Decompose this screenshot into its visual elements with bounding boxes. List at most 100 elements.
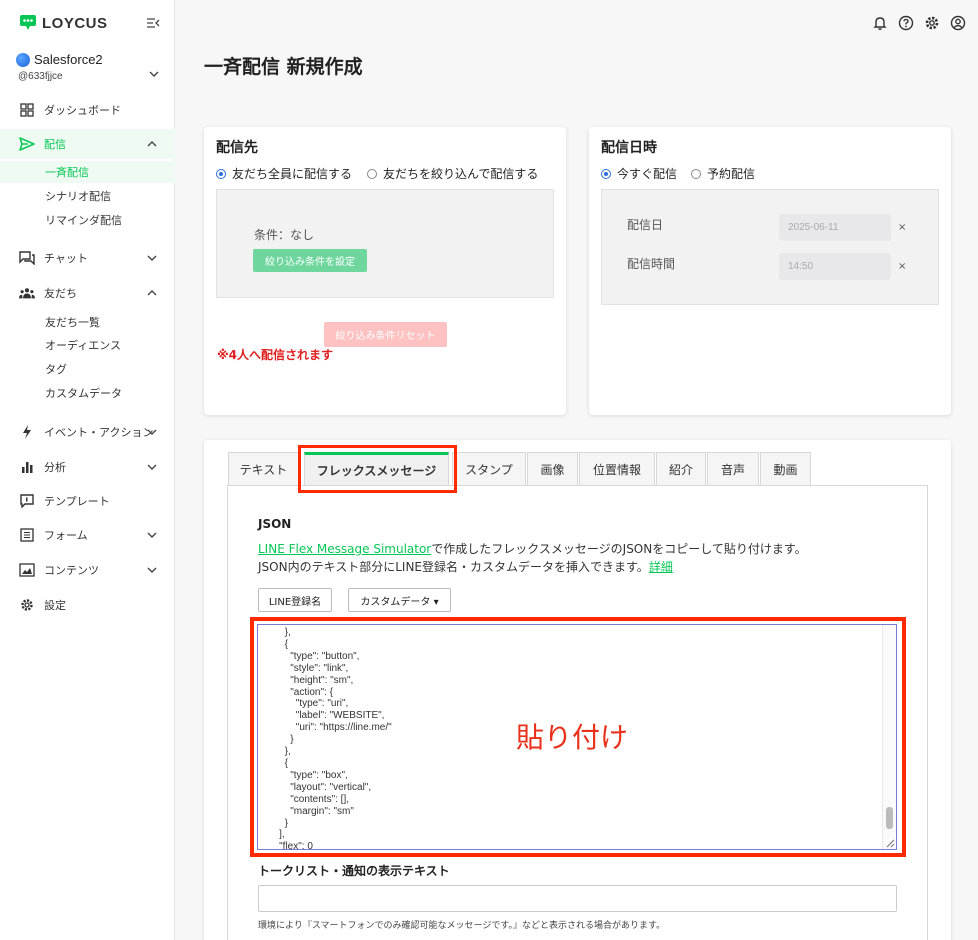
radio-reserve-label: 予約配信 [707,167,756,181]
time-input[interactable]: 14:50 [779,253,891,280]
radio-reserve[interactable]: 予約配信 [691,165,755,182]
grid-icon [19,102,35,118]
radio-send-filtered[interactable]: 友だちを絞り込んで配信する [367,165,538,182]
talk-list-text-input[interactable] [258,885,897,912]
loycus-logo-icon [20,15,36,30]
help-icon[interactable] [898,15,914,31]
sidebar-item-label: 友だち [44,287,77,300]
insert-line-name-button[interactable]: LINE登録名 [258,588,332,612]
user-account-icon[interactable] [950,15,966,31]
account-switcher[interactable]: Salesforce2 @633fjjce [16,50,166,86]
chevron-down-icon [149,71,159,77]
bell-icon[interactable] [872,15,888,31]
chevron-up-icon [147,141,157,147]
recipients-note: ※4人へ配信されます [217,348,334,362]
schedule-card: 配信日時 今すぐ配信 予約配信 配信日 2025-06-11 × 配信時間 14… [589,127,951,415]
reset-filter-button[interactable]: 絞り込み条件リセット [324,322,447,347]
flex-description-line2: JSON内のテキスト部分にLINE登録名・カスタムデータを挿入できます。詳細 [258,558,673,575]
filter-condition-box: 条件：なし 絞り込み条件を設定 [216,189,554,298]
tab-audio[interactable]: 音声 [707,452,759,486]
sidebar-item-contents[interactable]: コンテンツ [0,555,175,585]
sidebar-subitem-label: オーディエンス [45,339,122,352]
tab-stamp[interactable]: スタンプ [452,452,526,486]
radio-indicator [691,168,701,179]
schedule-box: 配信日 2025-06-11 × 配信時間 14:50 × [601,189,939,305]
sidebar-subitem-label: タグ [45,363,67,376]
paste-annotation-text: 貼り付け [516,721,629,754]
sidebar-collapse-icon[interactable] [146,16,160,30]
schedule-title: 配信日時 [601,140,657,156]
radio-indicator [216,168,226,179]
form-icon [19,527,35,543]
sidebar-subitem-reminder[interactable]: リマインダ配信 [0,209,175,231]
sidebar-item-label: イベント・アクション [44,426,154,439]
sidebar-subitem-label: シナリオ配信 [45,190,111,203]
sidebar-item-label: コンテンツ [44,564,99,577]
tab-introduction[interactable]: 紹介 [656,452,706,486]
chevron-down-icon [147,255,157,261]
sidebar-item-label: テンプレート [44,495,110,508]
send-icon [19,136,35,152]
detail-link[interactable]: 詳細 [649,560,673,574]
tab-video[interactable]: 動画 [760,452,811,486]
sidebar-item-label: 分析 [44,461,66,474]
chevron-down-icon [147,464,157,470]
sidebar-subitem-broadcast[interactable]: 一斉配信 [0,161,175,183]
destination-title: 配信先 [216,140,258,156]
radio-send-now-label: 今すぐ配信 [617,167,678,181]
flex-description-text: JSON内のテキスト部分にLINE登録名・カスタムデータを挿入できます。 [258,560,649,574]
date-clear-icon[interactable]: × [898,222,906,233]
insert-custom-data-dropdown[interactable]: カスタムデータ ▾ [348,588,451,612]
json-title: JSON [258,517,292,531]
tab-image[interactable]: 画像 [527,452,578,486]
sidebar-item-label: ダッシュボード [44,104,121,117]
gear-icon [19,597,35,613]
date-label: 配信日 [627,218,664,232]
set-filter-button[interactable]: 絞り込み条件を設定 [253,249,367,272]
sidebar-item-event-action[interactable]: イベント・アクション [0,417,175,447]
people-icon [19,285,35,301]
radio-send-all[interactable]: 友だち全員に配信する [216,165,352,182]
sidebar: LOYCUS Salesforce2 @633fjjce ダッシュボード 配信 … [0,0,175,940]
date-input[interactable]: 2025-06-11 [779,214,891,241]
radio-send-all-label: 友だち全員に配信する [232,167,353,181]
sidebar-subitem-audience[interactable]: オーディエンス [0,334,175,356]
sidebar-item-chat[interactable]: チャット [0,243,175,273]
sidebar-item-form[interactable]: フォーム [0,520,175,550]
sidebar-subitem-scenario[interactable]: シナリオ配信 [0,185,175,207]
radio-indicator [601,168,611,179]
sidebar-subitem-friend-list[interactable]: 友だち一覧 [0,311,175,333]
simulator-link[interactable]: LINE Flex Message Simulator [258,542,431,556]
time-label: 配信時間 [627,257,676,271]
flex-description-line1: LINE Flex Message Simulatorで作成したフレックスメッセ… [258,540,807,557]
radio-send-now[interactable]: 今すぐ配信 [601,165,677,182]
sidebar-item-delivery[interactable]: 配信 [0,129,175,159]
sidebar-item-analytics[interactable]: 分析 [0,452,175,482]
brand-name: LOYCUS [42,14,108,32]
account-avatar [16,53,30,67]
gear-icon[interactable] [924,15,940,31]
chevron-up-icon [147,290,157,296]
sidebar-item-label: 設定 [44,599,66,612]
sidebar-subitem-tag[interactable]: タグ [0,358,175,380]
tab-text[interactable]: テキスト [228,452,299,486]
sidebar-subitem-label: リマインダ配信 [45,214,122,227]
time-clear-icon[interactable]: × [898,261,906,272]
sidebar-item-dashboard[interactable]: ダッシュボード [0,95,175,125]
account-id: @633fjjce [18,71,63,82]
talk-list-note: 環境により『スマートフォンでのみ確認可能なメッセージです。』などと表示される場合… [258,921,666,931]
brand-logo[interactable]: LOYCUS [18,14,108,32]
account-name: Salesforce2 [34,52,103,67]
message-template-icon [19,493,35,509]
sidebar-item-friends[interactable]: 友だち [0,278,175,308]
sidebar-subitem-label: 一斉配信 [45,166,89,179]
image-gallery-icon [19,562,35,578]
tab-location[interactable]: 位置情報 [579,452,655,486]
sidebar-item-label: 配信 [44,138,66,151]
talk-list-label: トークリスト・通知の表示テキスト [258,864,450,878]
sidebar-subitem-custom-data[interactable]: カスタムデータ [0,382,175,404]
sidebar-item-settings[interactable]: 設定 [0,590,175,620]
chat-icon [19,250,35,266]
sidebar-subitem-label: 友だち一覧 [45,316,100,329]
sidebar-item-template[interactable]: テンプレート [0,486,175,516]
